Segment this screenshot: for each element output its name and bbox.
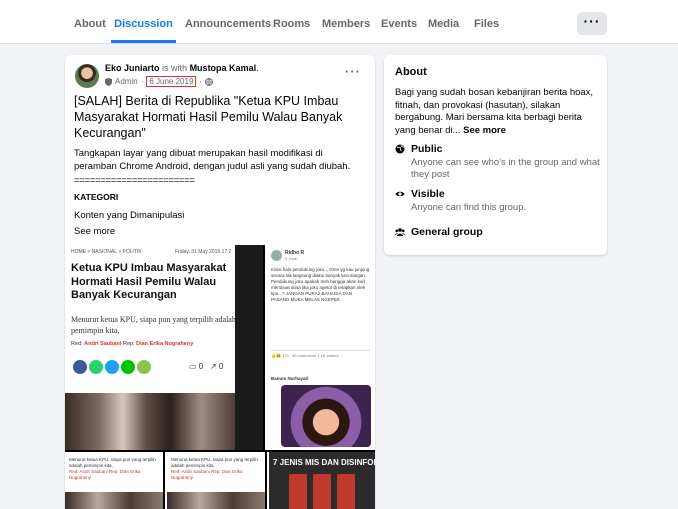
post-card: Eko Juniarto is with Mustopa Kamal. Admi… — [65, 55, 375, 509]
see-more-link[interactable]: See more — [74, 226, 115, 237]
tab-discussion[interactable]: Discussion — [111, 0, 176, 43]
infographic-title: 7 JENIS MIS DAN DISINFORMASI — [273, 458, 375, 467]
reaction-icons: 👍😆 — [271, 353, 281, 358]
post-date[interactable]: 6 June 2019 — [146, 76, 197, 87]
with-text: is with — [162, 63, 188, 73]
mini-photo — [65, 492, 163, 509]
general-group-label: General group — [411, 226, 483, 238]
tab-files[interactable]: Files — [474, 0, 499, 43]
public-title: Public — [411, 143, 443, 155]
link-icon — [137, 360, 151, 374]
post-image-collage[interactable]: HOME > NASIONAL > POLITIK Friday, 31 May… — [65, 245, 375, 509]
news-headline: Ketua KPU Imbau Masyarakat Hormati Hasil… — [71, 262, 227, 301]
bottom-thumb-3[interactable]: 7 JENIS MIS DAN DISINFORMASI — [269, 452, 375, 509]
about-title: About — [395, 66, 427, 78]
group-tab-bar: About Discussion Announcements Rooms Mem… — [0, 0, 678, 44]
eye-icon — [395, 191, 405, 197]
visibility-visible: Visible Anyone can find this group. — [395, 188, 600, 216]
news-breadcrumb: HOME > NASIONAL > POLITIK — [71, 249, 142, 255]
tab-about[interactable]: About — [74, 0, 106, 43]
mini-lead: Menurut ketua KPU, siapa pun yang terpil… — [171, 457, 258, 480]
tab-announcements[interactable]: Announcements — [185, 0, 271, 43]
post-meta: Admin · 6 June 2019 · — [105, 76, 213, 87]
news-photo — [65, 393, 235, 450]
tab-rooms[interactable]: Rooms — [273, 0, 310, 43]
category-label: KATEGORI — [74, 192, 119, 202]
share-counts: ▭ 0 ↗ 0 — [189, 362, 224, 371]
facebook-icon — [73, 360, 87, 374]
fb-reactions: 👍😆 175 85 comments 1.1K shares — [271, 350, 371, 358]
more-options-button[interactable]: ··· — [577, 12, 607, 35]
news-lead: Menurut ketua KPU, siapa pun yang terpil… — [71, 315, 236, 335]
dark-strip — [235, 245, 263, 450]
infographic-banner: 7 JENIS MIS DAN DISINFORMASI — [269, 452, 375, 509]
bottom-thumb-1[interactable]: Menurut ketua KPU, siapa pun yang terpil… — [65, 452, 165, 509]
privacy-public: Public Anyone can see who's in the group… — [395, 143, 600, 180]
post-description: Tangkapan layar yang dibuat merupakan ha… — [74, 148, 351, 172]
separator-text: ======================= — [74, 175, 195, 186]
twitter-icon — [105, 360, 119, 374]
facebook-screenshot[interactable]: Ridho R 5 June Kisisi halo pendukung jok… — [263, 245, 375, 450]
fb-post-text: Kisisi halo pendukung joko,,, Gmn yg kau… — [271, 267, 370, 302]
mini-lead: Menurut ketua KPU, siapa pun yang terpil… — [69, 457, 156, 480]
news-screenshot[interactable]: HOME > NASIONAL > POLITIK Friday, 31 May… — [65, 245, 263, 450]
line-icon — [121, 360, 135, 374]
infographic-card — [337, 474, 355, 509]
about-see-more-link[interactable]: See more — [463, 125, 506, 136]
news-credit: Red: Andri Saubani Rep: Dian Erika Nugra… — [71, 341, 194, 347]
about-description: Bagi yang sudah bosan kebanjiran berita … — [395, 87, 594, 136]
cartoon-image — [281, 385, 371, 447]
visible-title: Visible — [411, 188, 445, 200]
whatsapp-icon — [89, 360, 103, 374]
post-options-button[interactable]: ··· — [345, 64, 361, 79]
fb-commenter-name: Banum Nurhayati — [271, 376, 309, 381]
visible-subtitle: Anyone can find this group. — [411, 202, 527, 213]
avatar — [271, 250, 282, 261]
tagged-name[interactable]: Mustopa Kamal — [190, 63, 257, 73]
shield-icon — [105, 77, 112, 86]
infographic-card — [313, 474, 331, 509]
globe-icon — [395, 144, 405, 154]
comment-icon: ▭ — [189, 362, 197, 371]
mini-photo — [167, 492, 265, 509]
ellipsis-icon: ··· — [583, 13, 601, 29]
share-icon: ↗ — [209, 362, 217, 371]
category-value: Konten yang Dimanipulasi — [74, 210, 185, 221]
infographic-card — [289, 474, 307, 509]
news-date: Friday, 31 May 2019 17:2 — [175, 249, 232, 255]
group-icon — [395, 228, 405, 236]
post-author-line: Eko Juniarto is with Mustopa Kamal. — [105, 63, 259, 73]
group-type: General group — [395, 226, 600, 242]
author-name[interactable]: Eko Juniarto — [105, 63, 160, 73]
admin-badge: Admin — [115, 77, 138, 86]
tab-media[interactable]: Media — [428, 0, 459, 43]
avatar[interactable] — [75, 64, 99, 88]
fb-post-date: 5 June — [285, 256, 298, 261]
tab-members[interactable]: Members — [322, 0, 370, 43]
post-title: [SALAH] Berita di Republika "Ketua KPU I… — [74, 94, 343, 140]
collage-bottom-row: Menurut ketua KPU, siapa pun yang terpil… — [65, 452, 375, 509]
share-buttons — [73, 360, 151, 374]
bottom-thumb-2[interactable]: Menurut ketua KPU, siapa pun yang terpil… — [167, 452, 267, 509]
public-subtitle: Anyone can see who's in the group and wh… — [411, 157, 600, 180]
globe-icon — [205, 77, 213, 86]
about-card: About Bagi yang sudah bosan kebanjiran b… — [384, 55, 607, 255]
tab-events[interactable]: Events — [381, 0, 417, 43]
